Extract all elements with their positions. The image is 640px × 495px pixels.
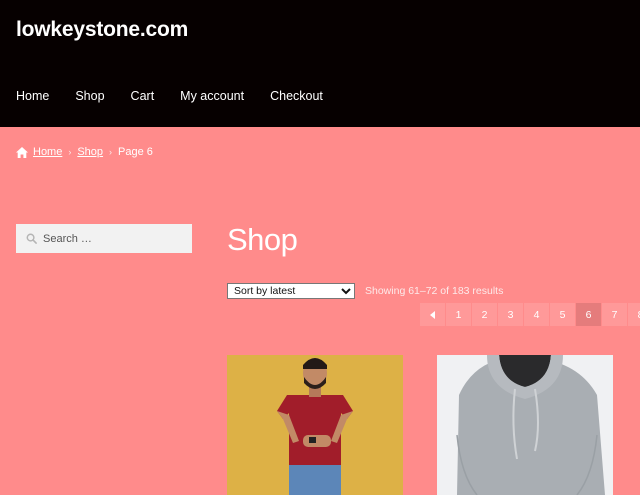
pagination: 1 2 3 4 5 6 7 8 bbox=[420, 303, 640, 326]
breadcrumb-shop-link[interactable]: Shop bbox=[77, 146, 103, 158]
search-icon bbox=[26, 233, 37, 244]
sort-select[interactable]: Sort by latest bbox=[227, 283, 355, 299]
pagination-page-6-current: 6 bbox=[576, 303, 601, 326]
breadcrumb-home-link[interactable]: Home bbox=[33, 146, 62, 158]
grey-hoodie-photo bbox=[437, 355, 613, 495]
product-card-image-man-red-tshirt[interactable] bbox=[227, 355, 403, 495]
search-box bbox=[16, 224, 192, 253]
pagination-page-7[interactable]: 7 bbox=[602, 303, 627, 326]
pagination-prev-button[interactable] bbox=[420, 303, 445, 326]
man-in-red-tshirt-photo bbox=[227, 355, 403, 495]
site-header: lowkeystone.com Home Shop Cart My accoun… bbox=[0, 0, 640, 127]
nav-item-my-account[interactable]: My account bbox=[180, 89, 244, 103]
pagination-page-1[interactable]: 1 bbox=[446, 303, 471, 326]
breadcrumb: Home › Shop › Page 6 bbox=[16, 146, 153, 158]
site-title-link[interactable]: lowkeystone.com bbox=[16, 18, 188, 42]
primary-nav: Home Shop Cart My account Checkout bbox=[16, 89, 349, 103]
pagination-page-2[interactable]: 2 bbox=[472, 303, 497, 326]
breadcrumb-separator: › bbox=[109, 147, 113, 157]
home-icon bbox=[16, 146, 28, 158]
product-card-image-grey-hoodie[interactable] bbox=[437, 355, 613, 495]
chevron-left-icon bbox=[429, 310, 435, 319]
breadcrumb-separator: › bbox=[68, 147, 72, 157]
pagination-page-5[interactable]: 5 bbox=[550, 303, 575, 326]
pagination-page-8[interactable]: 8 bbox=[628, 303, 640, 326]
breadcrumb-current: Page 6 bbox=[118, 146, 153, 158]
pagination-page-4[interactable]: 4 bbox=[524, 303, 549, 326]
nav-item-home[interactable]: Home bbox=[16, 89, 49, 103]
pagination-page-3[interactable]: 3 bbox=[498, 303, 523, 326]
page-title: Shop bbox=[227, 222, 298, 257]
nav-item-shop[interactable]: Shop bbox=[75, 89, 104, 103]
nav-item-checkout[interactable]: Checkout bbox=[270, 89, 323, 103]
nav-item-cart[interactable]: Cart bbox=[131, 89, 155, 103]
search-input[interactable] bbox=[43, 232, 173, 245]
result-count: Showing 61–72 of 183 results bbox=[365, 285, 504, 297]
